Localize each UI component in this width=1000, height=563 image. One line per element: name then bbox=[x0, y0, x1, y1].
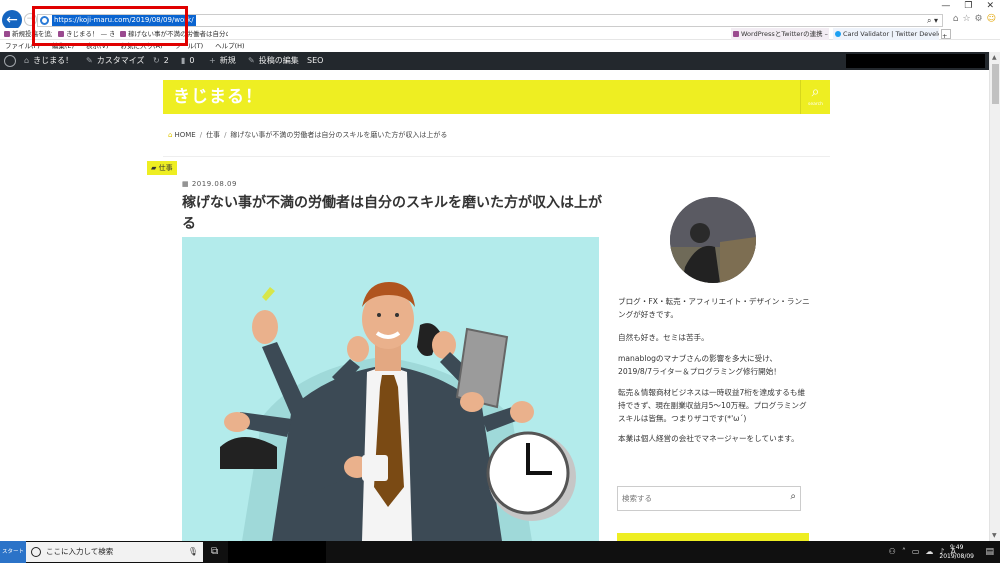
calendar-icon: ▦ bbox=[182, 180, 192, 188]
wp-updates-count: 2 bbox=[163, 56, 169, 65]
businessman-multitasking-illustration bbox=[220, 282, 576, 541]
site-header: きじまる！ ⌕ search bbox=[163, 80, 830, 114]
article-title: 稼げない事が不満の労働者は自分のスキルを磨いた方が収入は上がる bbox=[182, 195, 602, 232]
wp-edit-post-link[interactable]: ✎ 投稿の編集 bbox=[248, 52, 299, 70]
wp-comments-link[interactable]: ▮ 0 bbox=[181, 52, 195, 70]
address-search-icon[interactable]: ⌕ ▾ bbox=[927, 15, 938, 26]
browser-icons: ⌂ ☆ ⚙ ☺ bbox=[953, 14, 996, 24]
author-bio-paragraph: 本業は個人経営の会社でマネージャーをしています。 bbox=[618, 434, 799, 443]
restore-icon[interactable]: ❐ bbox=[964, 1, 972, 11]
clock[interactable]: 9:49 2019/08/09 bbox=[939, 543, 974, 561]
new-tab-button[interactable]: + bbox=[941, 29, 951, 39]
magnifier-icon: ⌕ bbox=[811, 84, 820, 100]
clock-time: 9:49 bbox=[949, 544, 964, 551]
breadcrumb: ⌂ HOME / 仕事 / 稼げない事が不満の労働者は自分のスキルを磨いた方が収入は上がる bbox=[168, 130, 447, 140]
author-bio-paragraph: 転売＆情報商材ビジネスは一時収益7桁を達成するも維持できず、現在副業収益月5〜1… bbox=[618, 388, 807, 423]
wp-customize-link[interactable]: ✎ カスタマイズ bbox=[86, 52, 144, 70]
breadcrumb-category[interactable]: 仕事 bbox=[206, 131, 220, 139]
task-view-icon[interactable]: ⧉ bbox=[211, 541, 218, 563]
avatar-photo bbox=[670, 197, 756, 283]
site-title[interactable]: きじまる！ bbox=[173, 80, 263, 114]
header-search-button[interactable]: ⌕ search bbox=[800, 80, 830, 114]
scroll-up-icon[interactable]: ▲ bbox=[992, 54, 997, 61]
author-bio-paragraph: ブログ・FX・転売・アフィリエイト・デザイン・ランニングが好きです。 bbox=[618, 297, 810, 319]
back-arrow-icon[interactable]: ← bbox=[2, 10, 22, 30]
highlight-annotation-box bbox=[32, 6, 188, 46]
wordpress-logo-icon[interactable] bbox=[4, 55, 16, 67]
breadcrumb-separator: / bbox=[199, 131, 203, 139]
paintbrush-icon: ✎ bbox=[86, 56, 93, 65]
smiley-feedback-icon[interactable]: ☺ bbox=[987, 14, 996, 24]
wp-new-link[interactable]: + 新規 bbox=[209, 52, 236, 70]
breadcrumb-current: 稼げない事が不満の労働者は自分のスキルを磨いた方が収入は上がる bbox=[230, 131, 448, 139]
wp-site-name-link[interactable]: ⌂ きじまる！ bbox=[24, 52, 73, 70]
microphone-icon[interactable]: 🎙 bbox=[188, 542, 198, 562]
cloud-icon[interactable]: ☁ bbox=[925, 541, 933, 563]
plus-icon: + bbox=[209, 56, 216, 65]
folder-icon: ▰ bbox=[151, 164, 159, 172]
menu-help[interactable]: ヘルプ(H) bbox=[215, 40, 244, 52]
wp-site-name: きじまる！ bbox=[33, 56, 74, 65]
author-avatar bbox=[670, 197, 756, 283]
windows-taskbar: スタート ここに入力して検索 🎙 ⧉ ⚇ ˄ ▭ ☁ ♪ A 9:49 2019… bbox=[0, 541, 1000, 563]
people-icon[interactable]: ⚇ bbox=[889, 541, 896, 563]
wp-admin-bar: ⌂ きじまる！ ✎ カスタマイズ ↻ 2 ▮ 0 + 新規 ✎ 投稿の編集 SEO bbox=[0, 52, 989, 70]
cortana-circle-icon bbox=[31, 547, 41, 557]
search-icon[interactable]: ⌕ bbox=[790, 491, 796, 502]
settings-gear-icon[interactable]: ⚙ bbox=[975, 14, 983, 24]
redacted-area bbox=[846, 54, 985, 68]
scroll-down-icon[interactable]: ▼ bbox=[992, 532, 997, 539]
sidebar-widget-header bbox=[617, 533, 809, 541]
taskbar-search-text: ここに入力して検索 bbox=[46, 547, 114, 556]
hero-image bbox=[182, 237, 599, 541]
sidebar-search: ⌕ bbox=[617, 486, 801, 511]
tray-chevron-icon[interactable]: ˄ bbox=[902, 541, 906, 563]
network-icon[interactable]: ▭ bbox=[912, 541, 920, 563]
breadcrumb-home[interactable]: HOME bbox=[174, 131, 195, 139]
updates-icon: ↻ bbox=[153, 56, 160, 65]
clock-date: 2019/08/09 bbox=[939, 553, 974, 560]
article-date: ▦ 2019.08.09 bbox=[182, 180, 237, 188]
page-scrollbar[interactable]: ▲ ▼ bbox=[989, 52, 1000, 541]
wp-comments-count: 0 bbox=[189, 56, 195, 65]
redacted-area bbox=[228, 541, 326, 563]
start-button[interactable]: スタート bbox=[0, 541, 26, 563]
taskbar-search[interactable]: ここに入力して検索 🎙 bbox=[26, 542, 203, 562]
close-icon[interactable]: ✕ bbox=[986, 1, 994, 11]
wp-updates-link[interactable]: ↻ 2 bbox=[153, 52, 169, 70]
wp-seo-link[interactable]: SEO bbox=[307, 52, 323, 70]
pencil-icon: ✎ bbox=[248, 56, 255, 65]
search-button-label: search bbox=[808, 102, 823, 107]
article-date-text: 2019.08.09 bbox=[191, 180, 237, 188]
tab-card-validator[interactable]: Card Validator | Twitter Develop... bbox=[833, 28, 939, 40]
author-bio-paragraph: manablogのマナブさんの影響を多大に受け、2019/8/7ライター＆プログ… bbox=[618, 354, 781, 376]
scroll-thumb[interactable] bbox=[992, 64, 999, 104]
divider bbox=[163, 156, 830, 157]
home-icon[interactable]: ⌂ bbox=[953, 14, 959, 24]
home-icon: ⌂ bbox=[168, 131, 173, 139]
minimize-icon[interactable]: — bbox=[941, 1, 950, 11]
breadcrumb-separator: / bbox=[224, 131, 227, 139]
tab-wordpress-twitter[interactable]: WordPressとTwitterの連携 – ... bbox=[731, 28, 829, 40]
wp-customize-label: カスタマイズ bbox=[96, 56, 145, 65]
category-badge-label: 仕事 bbox=[158, 164, 173, 172]
window-controls: — ❐ ✕ bbox=[941, 1, 994, 11]
sidebar-search-input[interactable] bbox=[622, 487, 782, 510]
wp-new-label: 新規 bbox=[219, 56, 236, 65]
category-badge[interactable]: ▰ 仕事 bbox=[147, 161, 177, 175]
author-bio-paragraph: 自然も好き。セミは苦手。 bbox=[618, 333, 709, 342]
wp-edit-label: 投稿の編集 bbox=[258, 56, 299, 65]
notification-icon[interactable]: ▤ bbox=[985, 541, 994, 563]
comment-icon: ▮ bbox=[181, 56, 186, 65]
favorites-star-icon[interactable]: ☆ bbox=[962, 14, 970, 24]
dashboard-icon: ⌂ bbox=[24, 56, 30, 65]
